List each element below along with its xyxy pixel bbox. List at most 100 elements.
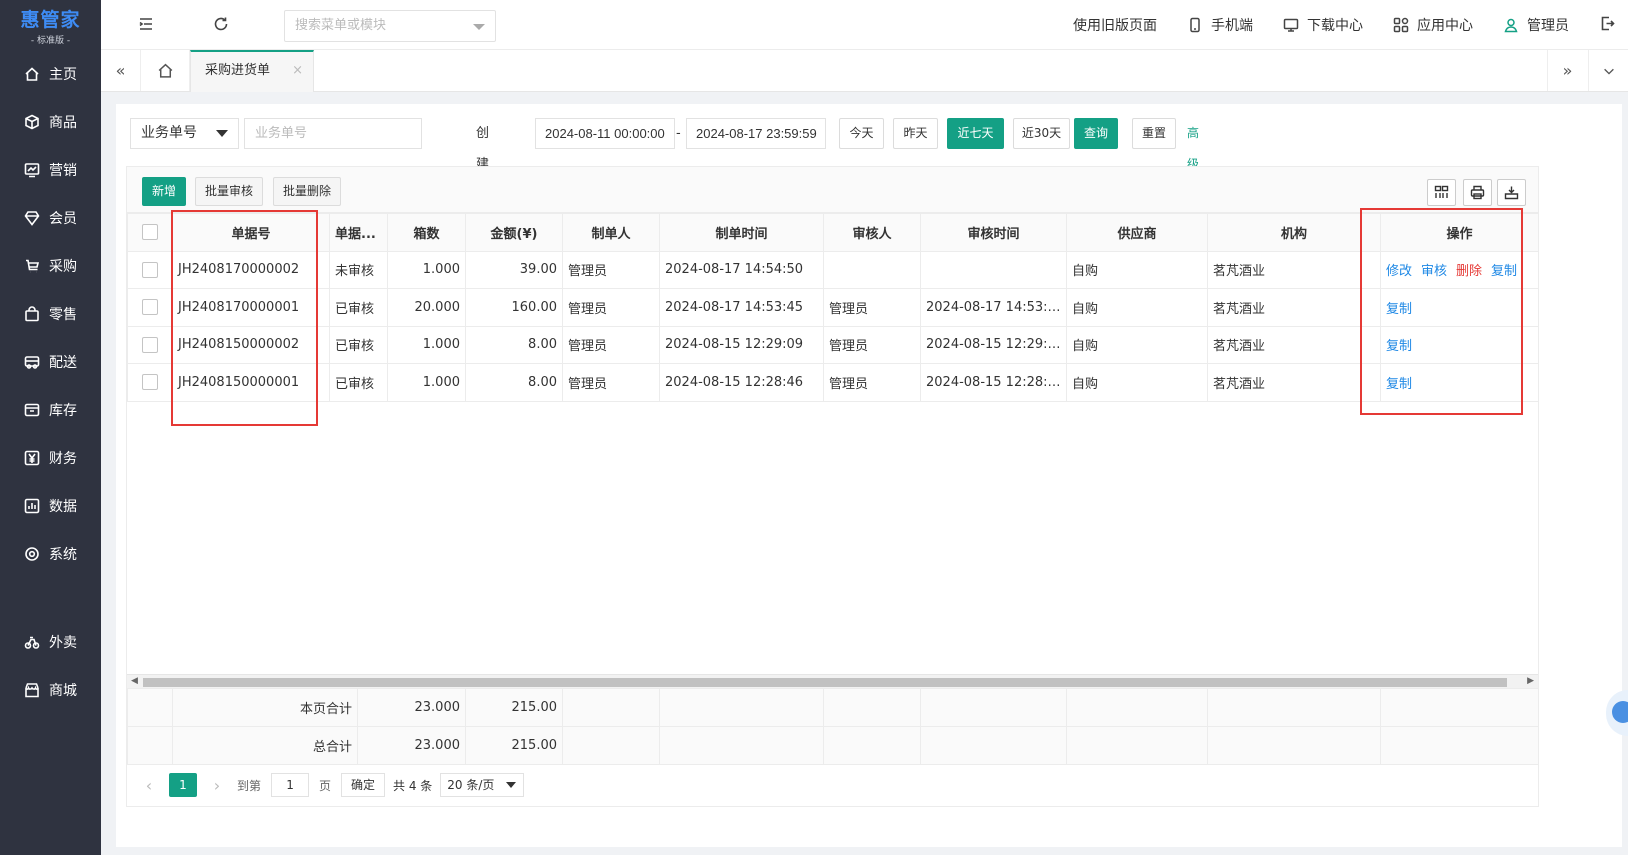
today-button[interactable]: 今天 (839, 118, 884, 149)
row-checkbox-cell[interactable] (127, 325, 173, 364)
yesterday-button[interactable]: 昨天 (893, 118, 938, 149)
download-center-link[interactable]: 下载中心 (1283, 15, 1363, 35)
table-row[interactable]: JH2408150000001 已审核 1.000 8.00 管理员 2024-08-15… (127, 363, 1539, 402)
sidebar-item-cube[interactable]: 商品 (0, 98, 101, 146)
order-no-link[interactable]: JH2408170000001 (172, 288, 330, 327)
order-no-input[interactable]: 业务单号 (244, 118, 422, 149)
batch-audit-button[interactable]: 批量审核 (195, 177, 263, 206)
col-header-order-no[interactable]: 单据号 (172, 213, 330, 252)
sidebar-item-purchase[interactable]: 采购 (0, 242, 101, 290)
row-action-0[interactable]: 复制 (1386, 377, 1412, 392)
sidebar-item-inventory[interactable]: 库存 (0, 386, 101, 434)
sidebar-item-bag[interactable]: 零售 (0, 290, 101, 338)
table-row[interactable]: JH2408170000002 未审核 1.000 39.00 管理员 2024-08-1… (127, 250, 1539, 289)
horizontal-scrollbar[interactable]: ◀ ▶ (127, 674, 1538, 688)
row-action-2[interactable]: 删除 (1456, 264, 1482, 279)
home-tab-icon[interactable] (141, 50, 190, 91)
last-30-days-button[interactable]: 近30天 (1013, 118, 1070, 149)
actions-cell: 复制 (1380, 325, 1539, 364)
last-7-days-button[interactable]: 近七天 (947, 118, 1004, 149)
query-button[interactable]: 查询 (1074, 118, 1118, 149)
col-header-status[interactable]: 单据... (329, 213, 388, 252)
columns-icon[interactable] (1427, 179, 1456, 206)
date-end-input[interactable]: 2024-08-17 23:59:59 (686, 118, 826, 149)
order-no-link[interactable]: JH2408170000002 (172, 250, 330, 289)
created-time-cell: 2024-08-17 14:54:50 (659, 250, 824, 289)
refresh-icon[interactable] (212, 15, 232, 35)
page-size-select[interactable]: 20 条/页 (440, 773, 525, 797)
advanced-query-link[interactable]: 高级查询 (1187, 118, 1199, 233)
row-action-1[interactable]: 审核 (1421, 264, 1447, 279)
print-icon[interactable] (1463, 179, 1492, 206)
sidebar-item-label: 主页 (49, 67, 77, 83)
col-header-creator[interactable]: 制单人 (562, 213, 660, 252)
sidebar-item-data[interactable]: 数据 (0, 482, 101, 530)
date-start-input[interactable]: 2024-08-11 00:00:00 (535, 118, 675, 149)
row-action-0[interactable]: 修改 (1386, 264, 1412, 279)
tabs-menu-chevron-down-icon[interactable] (1588, 50, 1628, 91)
menu-toggle-icon[interactable] (137, 15, 157, 35)
col-header-amount[interactable]: 金额(¥) (465, 213, 563, 252)
scrollbar-thumb[interactable] (143, 678, 1507, 687)
table-row[interactable]: JH2408170000001 已审核 20.000 160.00 管理员 2024-08… (127, 288, 1539, 327)
search-type-select[interactable]: 业务单号 (130, 118, 239, 149)
app-center-link[interactable]: 应用中心 (1393, 15, 1473, 35)
org-cell: 茗芃酒业 (1207, 250, 1381, 289)
tabs-scroll-left-icon[interactable]: « (101, 50, 141, 91)
goto-page-input[interactable]: 1 (271, 773, 310, 797)
row-checkbox[interactable] (142, 336, 158, 353)
select-all-checkbox-cell[interactable] (127, 213, 173, 252)
sidebar-item-shop[interactable]: 商城 (0, 666, 101, 714)
reset-button[interactable]: 重置 (1132, 118, 1176, 149)
sidebar-item-truck[interactable]: 配送 (0, 338, 101, 386)
sidebar-item-diamond[interactable]: 会员 (0, 194, 101, 242)
row-checkbox[interactable] (142, 299, 158, 316)
tabs-scroll-right-icon[interactable]: » (1547, 50, 1587, 91)
bike-icon (24, 636, 40, 649)
actions-cell: 复制 (1380, 288, 1539, 327)
chevron-down-icon (216, 130, 228, 137)
next-page-icon[interactable]: › (207, 776, 227, 795)
order-no-link[interactable]: JH2408150000002 (172, 325, 330, 364)
col-header-org[interactable]: 机构 (1207, 213, 1381, 252)
col-header-boxes[interactable]: 箱数 (387, 213, 466, 252)
row-checkbox-cell[interactable] (127, 363, 173, 402)
mobile-link[interactable]: 手机端 (1187, 15, 1253, 35)
order-no-link[interactable]: JH2408150000001 (172, 363, 330, 402)
row-checkbox-cell[interactable] (127, 250, 173, 289)
user-menu[interactable]: 管理员 (1503, 15, 1569, 35)
sidebar-item-chart[interactable]: 营销 (0, 146, 101, 194)
row-action-0[interactable]: 复制 (1386, 302, 1412, 317)
row-action-3[interactable]: 复制 (1491, 264, 1517, 279)
select-all-checkbox[interactable] (142, 224, 158, 241)
col-header-supplier[interactable]: 供应商 (1066, 213, 1208, 252)
col-header-created-time[interactable]: 制单时间 (659, 213, 824, 252)
table-row[interactable]: JH2408150000002 已审核 1.000 8.00 管理员 2024-08-15… (127, 325, 1539, 364)
scroll-right-icon[interactable]: ▶ (1527, 676, 1534, 686)
row-checkbox-cell[interactable] (127, 288, 173, 327)
close-icon[interactable]: × (292, 52, 303, 90)
sidebar-item-bike[interactable]: 外卖 (0, 618, 101, 666)
supplier-cell: 自购 (1066, 250, 1208, 289)
current-page-button[interactable]: 1 (169, 773, 197, 797)
add-button[interactable]: 新增 (142, 177, 186, 206)
tab-purchase-order[interactable]: 采购进货单 × (190, 50, 314, 92)
col-header-auditor[interactable]: 审核人 (823, 213, 921, 252)
export-icon[interactable] (1497, 179, 1526, 206)
menu-search-select[interactable]: 搜索菜单或模块 (284, 10, 496, 42)
row-checkbox[interactable] (142, 374, 158, 391)
scroll-left-icon[interactable]: ◀ (131, 676, 138, 686)
prev-page-icon[interactable]: ‹ (139, 776, 159, 795)
sidebar-item-settings[interactable]: 系统 (0, 530, 101, 578)
row-action-0[interactable]: 复制 (1386, 339, 1412, 354)
col-header-audit-time[interactable]: 审核时间 (920, 213, 1067, 252)
row-checkbox[interactable] (142, 261, 158, 278)
sidebar-item-yen[interactable]: 财务 (0, 434, 101, 482)
logout-icon[interactable] (1599, 15, 1616, 36)
sidebar-item-label: 采购 (49, 259, 77, 275)
monitor-icon (1283, 18, 1299, 32)
old-version-link[interactable]: 使用旧版页面 (1073, 15, 1157, 35)
batch-delete-button[interactable]: 批量删除 (273, 177, 341, 206)
goto-confirm-button[interactable]: 确定 (341, 773, 386, 797)
sidebar-item-home[interactable]: 主页 (0, 50, 101, 98)
